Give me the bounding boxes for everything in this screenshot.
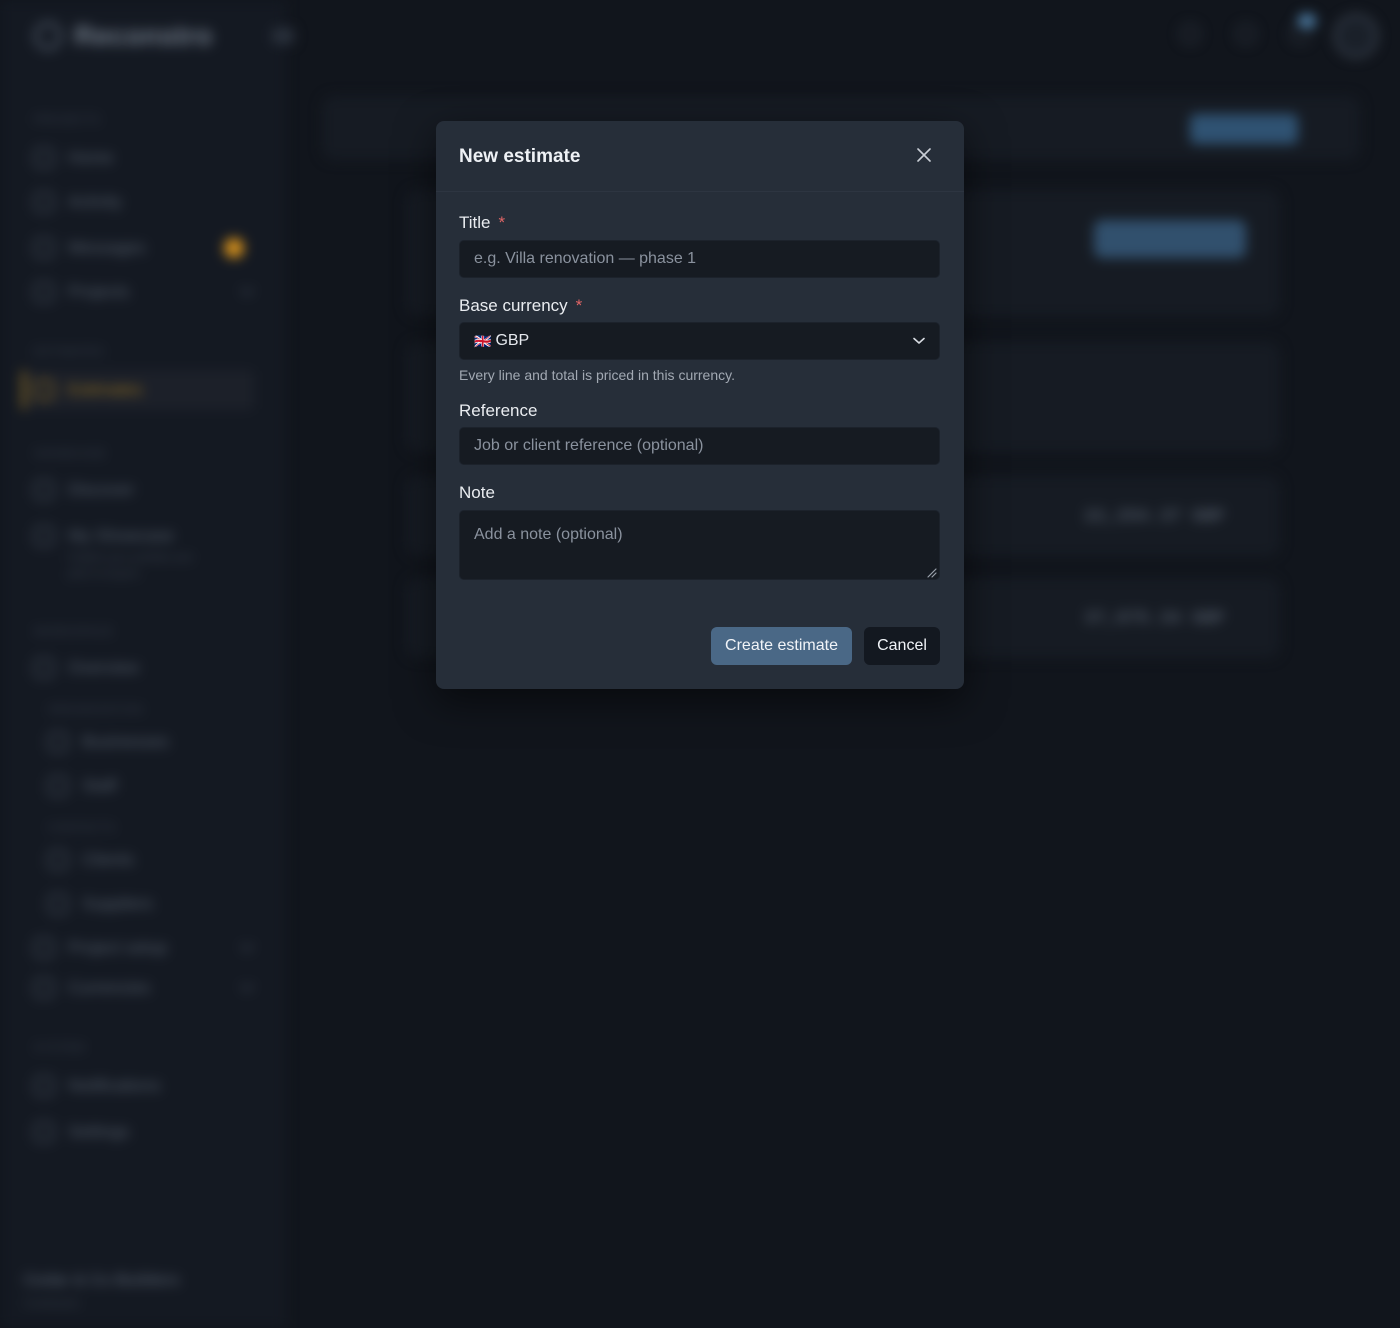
title-label: Title *: [459, 213, 506, 232]
sidebar-collapse-button[interactable]: [272, 28, 294, 44]
estimate-amount: 37,875.34 GBP: [1084, 609, 1225, 629]
staff-icon: [48, 776, 68, 796]
sidebar-item-my-showcase[interactable]: My Showcase: [34, 526, 174, 546]
new-estimate-button[interactable]: [1094, 220, 1246, 258]
required-marker: *: [575, 296, 583, 315]
base-currency-label: Base currency *: [459, 296, 583, 315]
bell-icon: [34, 1076, 54, 1096]
currency-hint: Every line and total is priced in this c…: [459, 367, 735, 383]
sidebar-item-suppliers[interactable]: Suppliers: [48, 894, 153, 914]
projects-icon: [34, 282, 54, 302]
selected-currency: GBP: [495, 332, 530, 349]
dialog-title: New estimate: [459, 146, 581, 167]
app-name: Reconstro: [74, 20, 213, 51]
brand: Reconstro: [34, 20, 212, 52]
dialog-header: New estimate: [436, 121, 964, 192]
help-icon[interactable]: [1236, 24, 1256, 44]
sidebar-item-project-setup[interactable]: Project setup: [34, 938, 167, 958]
nav-section-estimates: ESTIMATES: [34, 346, 105, 358]
search-icon[interactable]: [1180, 24, 1200, 44]
showcase-description: Publish your portfolio and pitch to buye…: [68, 552, 193, 580]
sidebar-item-estimates[interactable]: Estimates: [34, 380, 143, 400]
sidebar-item-home[interactable]: Home: [34, 148, 113, 168]
reference-label: Reference: [459, 401, 538, 420]
uk-flag-icon: 🇬🇧: [474, 332, 492, 349]
notification-count-badge: [1298, 14, 1316, 28]
note-textarea[interactable]: [459, 510, 940, 580]
activity-icon: [34, 192, 54, 212]
suppliers-icon: [48, 894, 68, 914]
resize-handle-icon[interactable]: [925, 566, 937, 578]
project-setup-icon: [34, 938, 54, 958]
sidebar-item-overview[interactable]: Overview: [34, 658, 139, 678]
avatar[interactable]: [1334, 14, 1378, 58]
nav-section-workspace: WORKSPACE: [34, 626, 114, 638]
discover-icon: [34, 480, 54, 500]
nav-section-showcase: SHOWCASE: [34, 448, 107, 460]
sidebar-item-clients[interactable]: Clients: [48, 850, 134, 870]
messages-icon: [34, 238, 54, 258]
sidebar-item-staff[interactable]: Staff: [48, 776, 117, 796]
estimates-icon: [34, 380, 54, 400]
sidebar-item-projects[interactable]: Projects: [34, 282, 129, 302]
sidebar-item-activity[interactable]: Activity: [34, 192, 122, 212]
nav-section-organisation: ORGANISATION: [48, 704, 144, 716]
sidebar-footer[interactable]: Cedar & Co Builders Contractor: [24, 1272, 180, 1310]
sidebar-item-businesses[interactable]: Businesses: [48, 732, 169, 752]
chevron-down-icon: [913, 337, 925, 344]
gear-icon: [34, 1122, 54, 1142]
new-estimate-dialog: New estimate Title* Base currency* 🇬🇧 GB…: [436, 121, 964, 689]
home-icon: [34, 148, 54, 168]
banner-action-button[interactable]: [1190, 114, 1298, 144]
logo-icon: [34, 22, 62, 50]
sidebar: Reconstro PROJECTS Home Activity Message…: [0, 0, 294, 1328]
close-icon: [917, 148, 931, 162]
showcase-icon: [34, 526, 54, 546]
currencies-icon: [34, 978, 54, 998]
base-currency-select[interactable]: 🇬🇧 GBP: [459, 322, 940, 360]
nav-section-projects: PROJECTS: [34, 114, 101, 126]
nav-section-system: SYSTEM: [34, 1042, 86, 1054]
messages-badge: [224, 238, 244, 258]
overview-icon: [34, 658, 54, 678]
sidebar-item-discover[interactable]: Discover: [34, 480, 134, 500]
close-button[interactable]: [912, 143, 936, 167]
clients-icon: [48, 850, 68, 870]
cancel-button[interactable]: Cancel: [864, 627, 940, 665]
reference-input[interactable]: [459, 427, 940, 465]
sidebar-item-messages[interactable]: Messages: [34, 238, 145, 258]
note-label: Note: [459, 483, 495, 502]
sidebar-item-currencies[interactable]: Currencies: [34, 978, 150, 998]
chevron-down-icon: [239, 937, 255, 953]
title-input[interactable]: [459, 240, 940, 278]
organisation-name: Cedar & Co Builders: [24, 1272, 180, 1289]
estimate-amount: 22,254.37 GBP: [1084, 507, 1225, 527]
chevron-down-icon: [239, 977, 255, 993]
chevron-down-icon: [239, 281, 255, 297]
businesses-icon: [48, 732, 68, 752]
nav-section-contacts: CONTACTS: [48, 822, 116, 834]
create-estimate-button[interactable]: Create estimate: [711, 627, 852, 665]
organisation-role: Contractor: [24, 1296, 81, 1310]
required-marker: *: [498, 213, 506, 232]
sidebar-item-notifications[interactable]: Notifications: [34, 1076, 161, 1096]
sidebar-item-settings[interactable]: Settings: [34, 1122, 129, 1142]
